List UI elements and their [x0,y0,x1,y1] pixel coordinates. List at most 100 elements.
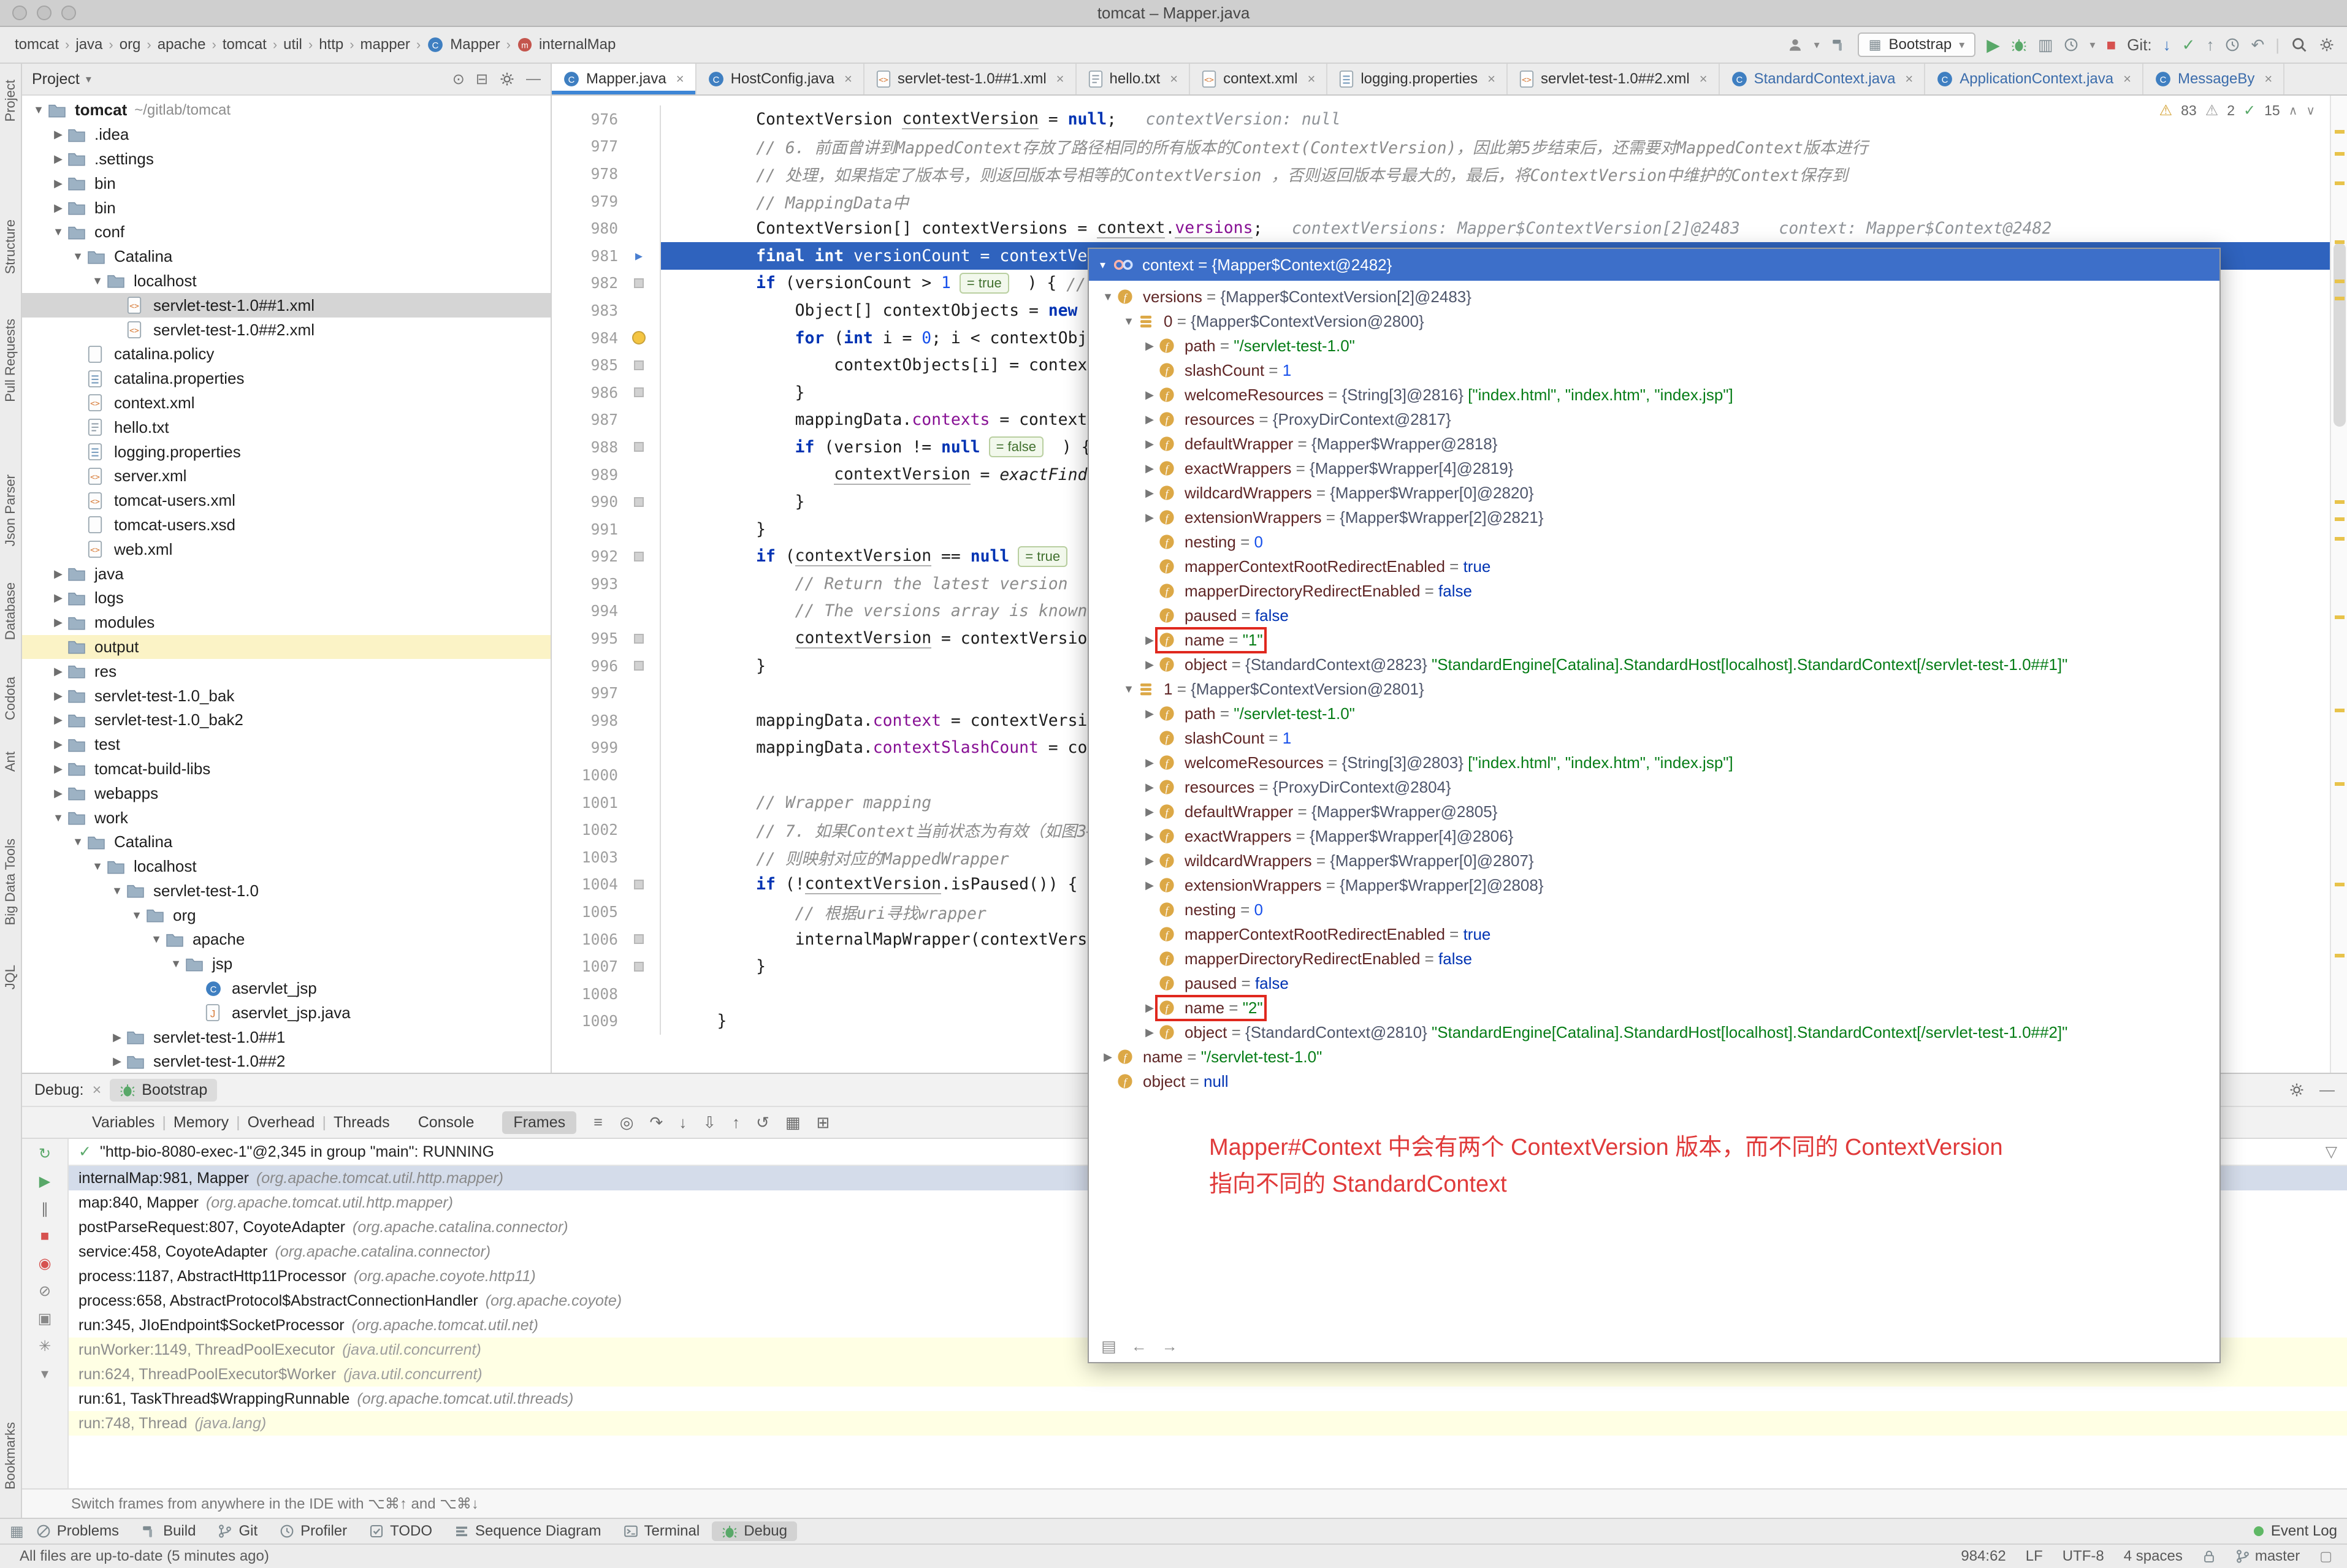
line-number[interactable]: 1000 [552,766,618,784]
breadcrumb-item[interactable]: mapper [361,36,410,53]
chevron-collapsed-icon[interactable]: ▶ [49,665,67,678]
filter-icon[interactable]: ▽ [2326,1143,2337,1161]
breadcrumb-method[interactable]: internalMap [539,36,616,53]
gutter-marker-icon[interactable] [634,387,644,397]
editor-tab[interactable]: <>context.xml× [1190,64,1327,94]
project-tree-item[interactable]: catalina.policy [22,342,551,367]
tool-window-button-terminal[interactable]: Terminal [614,1521,710,1541]
chevron-collapsed-icon[interactable]: ▶ [1140,707,1159,720]
notifications-icon[interactable]: ▢ [2319,1548,2332,1564]
chevron-expanded-icon[interactable]: ▼ [49,812,67,824]
project-tree-item[interactable]: <>servlet-test-1.0##1.xml [22,293,551,318]
line-number[interactable]: 979 [552,192,618,210]
stripe-button-jql[interactable]: JQL [2,965,18,989]
variable-row[interactable]: ▼0 = {Mapper$ContextVersion@2800} [1089,309,2219,333]
chevron-collapsed-icon[interactable]: ▶ [1140,487,1159,500]
gutter-marker-slot[interactable] [618,433,660,461]
variable-row[interactable]: fmapperContextRootRedirectEnabled = true [1089,922,2219,946]
project-tree-item[interactable]: ▼work [22,805,551,830]
breadcrumb-item[interactable]: tomcat [15,36,59,53]
warning-stripe-mark[interactable] [2335,954,2345,957]
chevron-down-icon[interactable]: ▾ [2089,39,2095,51]
line-number[interactable]: 989 [552,466,618,484]
caret-position[interactable]: 984:62 [1961,1548,2005,1565]
gutter-marker-slot[interactable] [618,133,660,161]
line-number[interactable]: 1007 [552,957,618,975]
code-line[interactable]: 980 ContextVersion[] contextVersions = c… [552,215,2330,242]
editor-tab[interactable]: hello.txt× [1077,64,1191,94]
chevron-collapsed-icon[interactable]: ▶ [1140,756,1159,769]
project-tree-item[interactable]: ▶test [22,733,551,757]
evaluate-icon[interactable]: ▦ [785,1113,801,1132]
project-tree-item[interactable]: ▶logs [22,586,551,611]
readonly-lock-icon[interactable] [2202,1549,2216,1564]
gutter-marker-icon[interactable] [634,962,644,972]
project-tree-item[interactable]: ▼tomcat ~/gitlab/tomcat [22,98,551,123]
variable-row[interactable]: fobject = null [1089,1069,2219,1094]
chevron-collapsed-icon[interactable]: ▶ [1140,340,1159,352]
tab-frames[interactable]: Frames [502,1111,576,1134]
gutter-marker-slot[interactable] [618,351,660,379]
chevron-collapsed-icon[interactable]: ▶ [49,738,67,751]
code-text[interactable]: // 处理，如果指定了版本号，则返回版本号相等的ContextVersion ，… [660,160,2330,188]
editor-tab[interactable]: <>servlet-test-1.0##2.xml× [1508,64,1720,94]
variable-row[interactable]: ▶fwelcomeResources = {String[3]@2816} ["… [1089,382,2219,407]
warning-stripe-mark[interactable] [2335,537,2345,541]
gutter-marker-slot[interactable] [618,488,660,516]
breadcrumb-item[interactable]: apache [158,36,206,53]
git-push-icon[interactable]: ↑ [2206,36,2214,55]
pane-tab-variables[interactable]: Variables [92,1114,155,1131]
project-tree-item[interactable]: ▶java [22,561,551,586]
chevron-expanded-icon[interactable]: ▼ [108,885,126,897]
project-tree-item[interactable]: ▶servlet-test-1.0_bak2 [22,708,551,733]
file-encoding[interactable]: UTF-8 [2063,1548,2104,1565]
warning-stripe-mark[interactable] [2335,883,2345,886]
line-number[interactable]: 990 [552,493,618,511]
line-number[interactable]: 976 [552,110,618,128]
project-tree-item[interactable]: ▼apache [22,927,551,952]
stop-icon[interactable]: ■ [40,1228,50,1245]
coverage-button[interactable]: ▥ [2038,36,2053,55]
hide-icon[interactable]: — [526,70,541,88]
chevron-collapsed-icon[interactable]: ▶ [1140,511,1159,524]
line-number[interactable]: 984 [552,329,618,347]
line-number[interactable]: 991 [552,520,618,538]
variable-row[interactable]: fslashCount = 1 [1089,726,2219,750]
line-number[interactable]: 982 [552,274,618,292]
variable-row[interactable]: ▶fwildcardWrappers = {Mapper$Wrapper[0]@… [1089,848,2219,873]
chevron-collapsed-icon[interactable]: ▶ [1140,805,1159,818]
git-update-icon[interactable]: ↓ [2163,36,2171,55]
project-tree-item[interactable]: ▶servlet-test-1.0##2 [22,1049,551,1073]
gutter-marker-slot[interactable] [618,297,660,324]
gutter-marker-slot[interactable] [618,843,660,871]
line-number[interactable]: 1003 [552,848,618,866]
chevron-collapsed-icon[interactable]: ▶ [49,592,67,604]
variable-row[interactable]: fpaused = false [1089,603,2219,628]
stack-frame-row[interactable]: run:61, TaskThread$WrappingRunnable(org.… [69,1387,2347,1411]
line-number[interactable]: 997 [552,684,618,702]
project-tree-item[interactable]: ▼conf [22,220,551,245]
code-text[interactable]: ContextVersion[] contextVersions = conte… [660,215,2330,242]
tool-window-switcher-icon[interactable]: ▦ [10,1523,24,1540]
stop-button[interactable]: ■ [2106,36,2116,55]
line-number[interactable]: 986 [552,384,618,402]
project-tree-item[interactable]: ▼servlet-test-1.0 [22,879,551,904]
project-tree-item[interactable]: ▶.settings [22,147,551,172]
chevron-collapsed-icon[interactable]: ▶ [1140,413,1159,426]
variable-row[interactable]: ▼1 = {Mapper$ContextVersion@2801} [1089,677,2219,701]
chevron-collapsed-icon[interactable]: ▶ [49,690,67,702]
debug-session-tab[interactable]: Bootstrap [110,1079,217,1102]
variable-row[interactable]: ▶fresources = {ProxyDirContext@2804} [1089,775,2219,799]
pause-icon[interactable]: ∥ [41,1200,48,1218]
intention-bulb-icon[interactable] [632,331,646,344]
stripe-button-bookmarks[interactable]: Bookmarks [2,1422,18,1490]
variable-row[interactable]: ▶fname = "1" [1089,628,2219,652]
variable-row[interactable]: ▶fpath = "/servlet-test-1.0" [1089,333,2219,358]
gutter-marker-slot[interactable] [618,215,660,242]
line-number[interactable]: 978 [552,165,618,183]
menu-icon[interactable]: ≡ [593,1114,603,1132]
gutter-marker-icon[interactable] [634,552,644,561]
close-icon[interactable]: × [1700,71,1708,87]
code-line[interactable]: 979 // MappingData中 [552,188,2330,215]
project-tree-item[interactable]: catalina.properties [22,367,551,391]
